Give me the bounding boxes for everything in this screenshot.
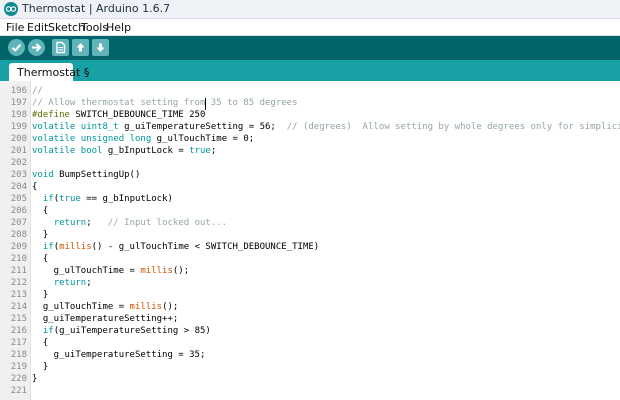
new-button[interactable] [52,39,69,56]
verify-button[interactable] [8,39,25,56]
save-icon [96,43,105,52]
menu-file[interactable]: File [6,21,24,34]
tab-bar: Thermostat § [0,60,620,81]
menu-help[interactable]: Help [106,21,131,34]
toolbar [0,36,620,60]
menu-tools[interactable]: Tools [81,21,108,34]
code-line: 221 [0,385,620,398]
menu-edit[interactable]: Edit [27,21,48,34]
new-icon [56,41,66,54]
upload-button[interactable] [28,39,45,56]
tab-label: Thermostat § [17,66,90,79]
arduino-ide-window: Thermostat | Arduino 1.6.7 File Edit Ske… [0,0,620,400]
menu-bar: File Edit Sketch Tools Help [0,19,620,36]
open-button[interactable] [72,39,89,56]
line-number: 221 [10,386,27,396]
window-title: Thermostat | Arduino 1.6.7 [22,2,171,15]
save-button[interactable] [92,39,109,56]
code-editor[interactable]: 196//197// Allow thermostat setting from… [0,81,620,400]
arduino-logo-icon [4,2,18,16]
upload-icon [32,43,42,52]
open-icon [76,43,85,52]
menu-sketch[interactable]: Sketch [48,21,85,34]
tab-thermostat[interactable]: Thermostat § [9,63,89,81]
verify-icon [11,43,22,52]
title-bar: Thermostat | Arduino 1.6.7 [0,0,620,19]
